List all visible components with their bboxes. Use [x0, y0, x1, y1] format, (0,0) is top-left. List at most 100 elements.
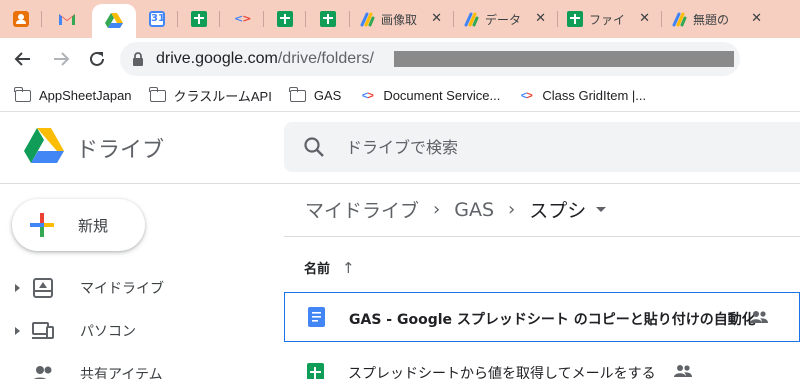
tab-sheets-4[interactable]: ファイ ✕ — [558, 0, 662, 38]
shared-people-icon — [750, 311, 768, 323]
reload-button[interactable] — [82, 44, 112, 74]
bookmark-appsheetjapan[interactable]: AppSheetJapan — [14, 86, 132, 103]
browser-toolbar: drive.google.com/drive/folders/ — [0, 38, 800, 80]
shared-icon — [34, 366, 52, 379]
close-icon[interactable]: ✕ — [431, 11, 442, 26]
sheets-icon — [277, 11, 293, 27]
tab-sheets-2[interactable] — [264, 0, 306, 38]
sheets-icon — [567, 11, 583, 27]
breadcrumb-item[interactable]: GAS — [454, 199, 494, 221]
tab-apps-script-3[interactable]: 無題の ✕ — [662, 0, 774, 38]
apps-script-icon — [672, 12, 687, 27]
sidebar-item-label: 共有アイテム — [80, 367, 163, 379]
url-host: drive.google.com — [156, 50, 278, 67]
bookmark-label: Document Service... — [383, 88, 501, 103]
expand-arrow-icon[interactable] — [15, 327, 20, 335]
tab-drive[interactable] — [92, 4, 136, 38]
bookmark-label: クラスルームAPI — [173, 89, 272, 104]
back-button[interactable] — [8, 44, 38, 74]
folder-icon — [289, 86, 306, 102]
calendar-date: 31 — [151, 13, 165, 24]
google-sheets-icon — [307, 363, 324, 379]
address-bar[interactable]: drive.google.com/drive/folders/ — [120, 42, 740, 76]
file-name: GAS - Google スプレッドシート のコピーと貼り付けの自動化 — [349, 312, 756, 328]
close-icon[interactable]: ✕ — [751, 11, 762, 26]
breadcrumb: マイドライブ › GAS › スプシ — [305, 196, 607, 223]
contacts-icon — [13, 11, 29, 27]
tab-title: ファイ — [589, 12, 626, 27]
lock-icon — [133, 52, 143, 66]
tab-gmail[interactable] — [42, 0, 92, 38]
tab-title: データ — [485, 12, 522, 27]
tab-contacts[interactable] — [0, 0, 42, 38]
sidebar-item-shared[interactable]: 共有アイテム — [0, 356, 270, 379]
tab-title: 無題の — [693, 12, 730, 27]
drive-header: ドライブ — [0, 112, 800, 184]
search-box[interactable] — [284, 122, 800, 172]
bookmarks-bar: AppSheetJapan クラスルームAPI GAS <> Document … — [0, 80, 800, 112]
file-name: スプレッドシートから値を取得してメールをする — [348, 366, 656, 379]
folder-icon — [148, 86, 166, 102]
tab-apps-script-1[interactable]: 画像取 ✕ — [350, 0, 454, 38]
tab-title: 画像取 — [381, 12, 418, 27]
gmail-icon — [59, 14, 75, 25]
breadcrumb-current[interactable]: スプシ — [529, 196, 586, 223]
forward-arrow-icon — [54, 52, 70, 66]
bookmark-label: AppSheetJapan — [39, 88, 132, 103]
file-row[interactable]: GAS - Google スプレッドシート のコピーと貼り付けの自動化 — [284, 292, 800, 342]
search-input[interactable] — [346, 122, 786, 172]
bookmark-class-griditem[interactable]: <> Class GridItem |... — [518, 88, 646, 104]
my-drive-icon — [33, 278, 53, 298]
tab-calendar[interactable]: 31 — [136, 0, 178, 38]
tab-apps-script-2[interactable]: データ ✕ — [454, 0, 558, 38]
code-icon: <> — [361, 89, 374, 102]
bookmark-document-service[interactable]: <> Document Service... — [359, 88, 500, 104]
column-header-name[interactable]: 名前 ↑ — [304, 258, 355, 278]
url-path: /drive/folders/ — [277, 50, 374, 67]
close-icon[interactable]: ✕ — [535, 11, 546, 26]
tab-sheets-3[interactable] — [306, 0, 350, 38]
code-icon: <> — [234, 12, 251, 25]
code-icon: <> — [520, 89, 533, 102]
column-header-label: 名前 — [304, 262, 331, 277]
google-docs-icon — [308, 307, 325, 327]
sidebar-item-computers[interactable]: パソコン — [0, 313, 270, 349]
redacted-url-segment — [394, 51, 734, 67]
calendar-icon: 31 — [149, 11, 165, 27]
drive-logo-icon[interactable] — [24, 128, 64, 164]
folder-icon — [14, 86, 31, 102]
computers-icon — [32, 322, 54, 339]
bookmark-classroom-api[interactable]: クラスルームAPI — [148, 86, 272, 105]
expand-arrow-icon[interactable] — [15, 284, 20, 292]
tab-strip: 31 <> 画像取 ✕ データ ✕ ファイ ✕ 無題の ✕ — [0, 0, 800, 38]
sidebar-item-label: パソコン — [80, 324, 136, 340]
bookmark-gas[interactable]: GAS — [289, 86, 342, 103]
search-icon[interactable] — [302, 135, 326, 159]
reload-icon — [90, 51, 104, 66]
close-icon[interactable]: ✕ — [639, 11, 650, 26]
sidebar-item-my-drive[interactable]: マイドライブ — [0, 270, 270, 306]
apps-script-icon — [360, 12, 375, 27]
chevron-right-icon: › — [433, 199, 441, 220]
plus-icon — [30, 213, 54, 237]
breadcrumb-item[interactable]: マイドライブ — [305, 196, 419, 223]
caret-down-icon[interactable] — [596, 207, 607, 212]
bookmark-label: GAS — [313, 88, 342, 103]
url-text: drive.google.com/drive/folders/ — [156, 50, 374, 68]
new-button-label: 新規 — [78, 217, 109, 235]
divider — [284, 236, 800, 237]
new-button[interactable]: 新規 — [12, 199, 145, 251]
sheets-icon — [320, 11, 336, 27]
sheets-icon — [191, 11, 207, 27]
tab-code[interactable]: <> — [220, 0, 264, 38]
shared-people-icon — [674, 365, 692, 377]
forward-button[interactable] — [46, 44, 76, 74]
sort-up-arrow-icon[interactable]: ↑ — [342, 259, 355, 277]
product-name[interactable]: ドライブ — [76, 132, 164, 164]
apps-script-icon — [464, 12, 479, 27]
file-row[interactable]: スプレッドシートから値を取得してメールをする — [284, 347, 800, 379]
tab-sheets-1[interactable] — [178, 0, 220, 38]
sidebar-item-label: マイドライブ — [80, 281, 164, 297]
back-arrow-icon — [14, 52, 30, 66]
chevron-right-icon: › — [508, 199, 516, 220]
